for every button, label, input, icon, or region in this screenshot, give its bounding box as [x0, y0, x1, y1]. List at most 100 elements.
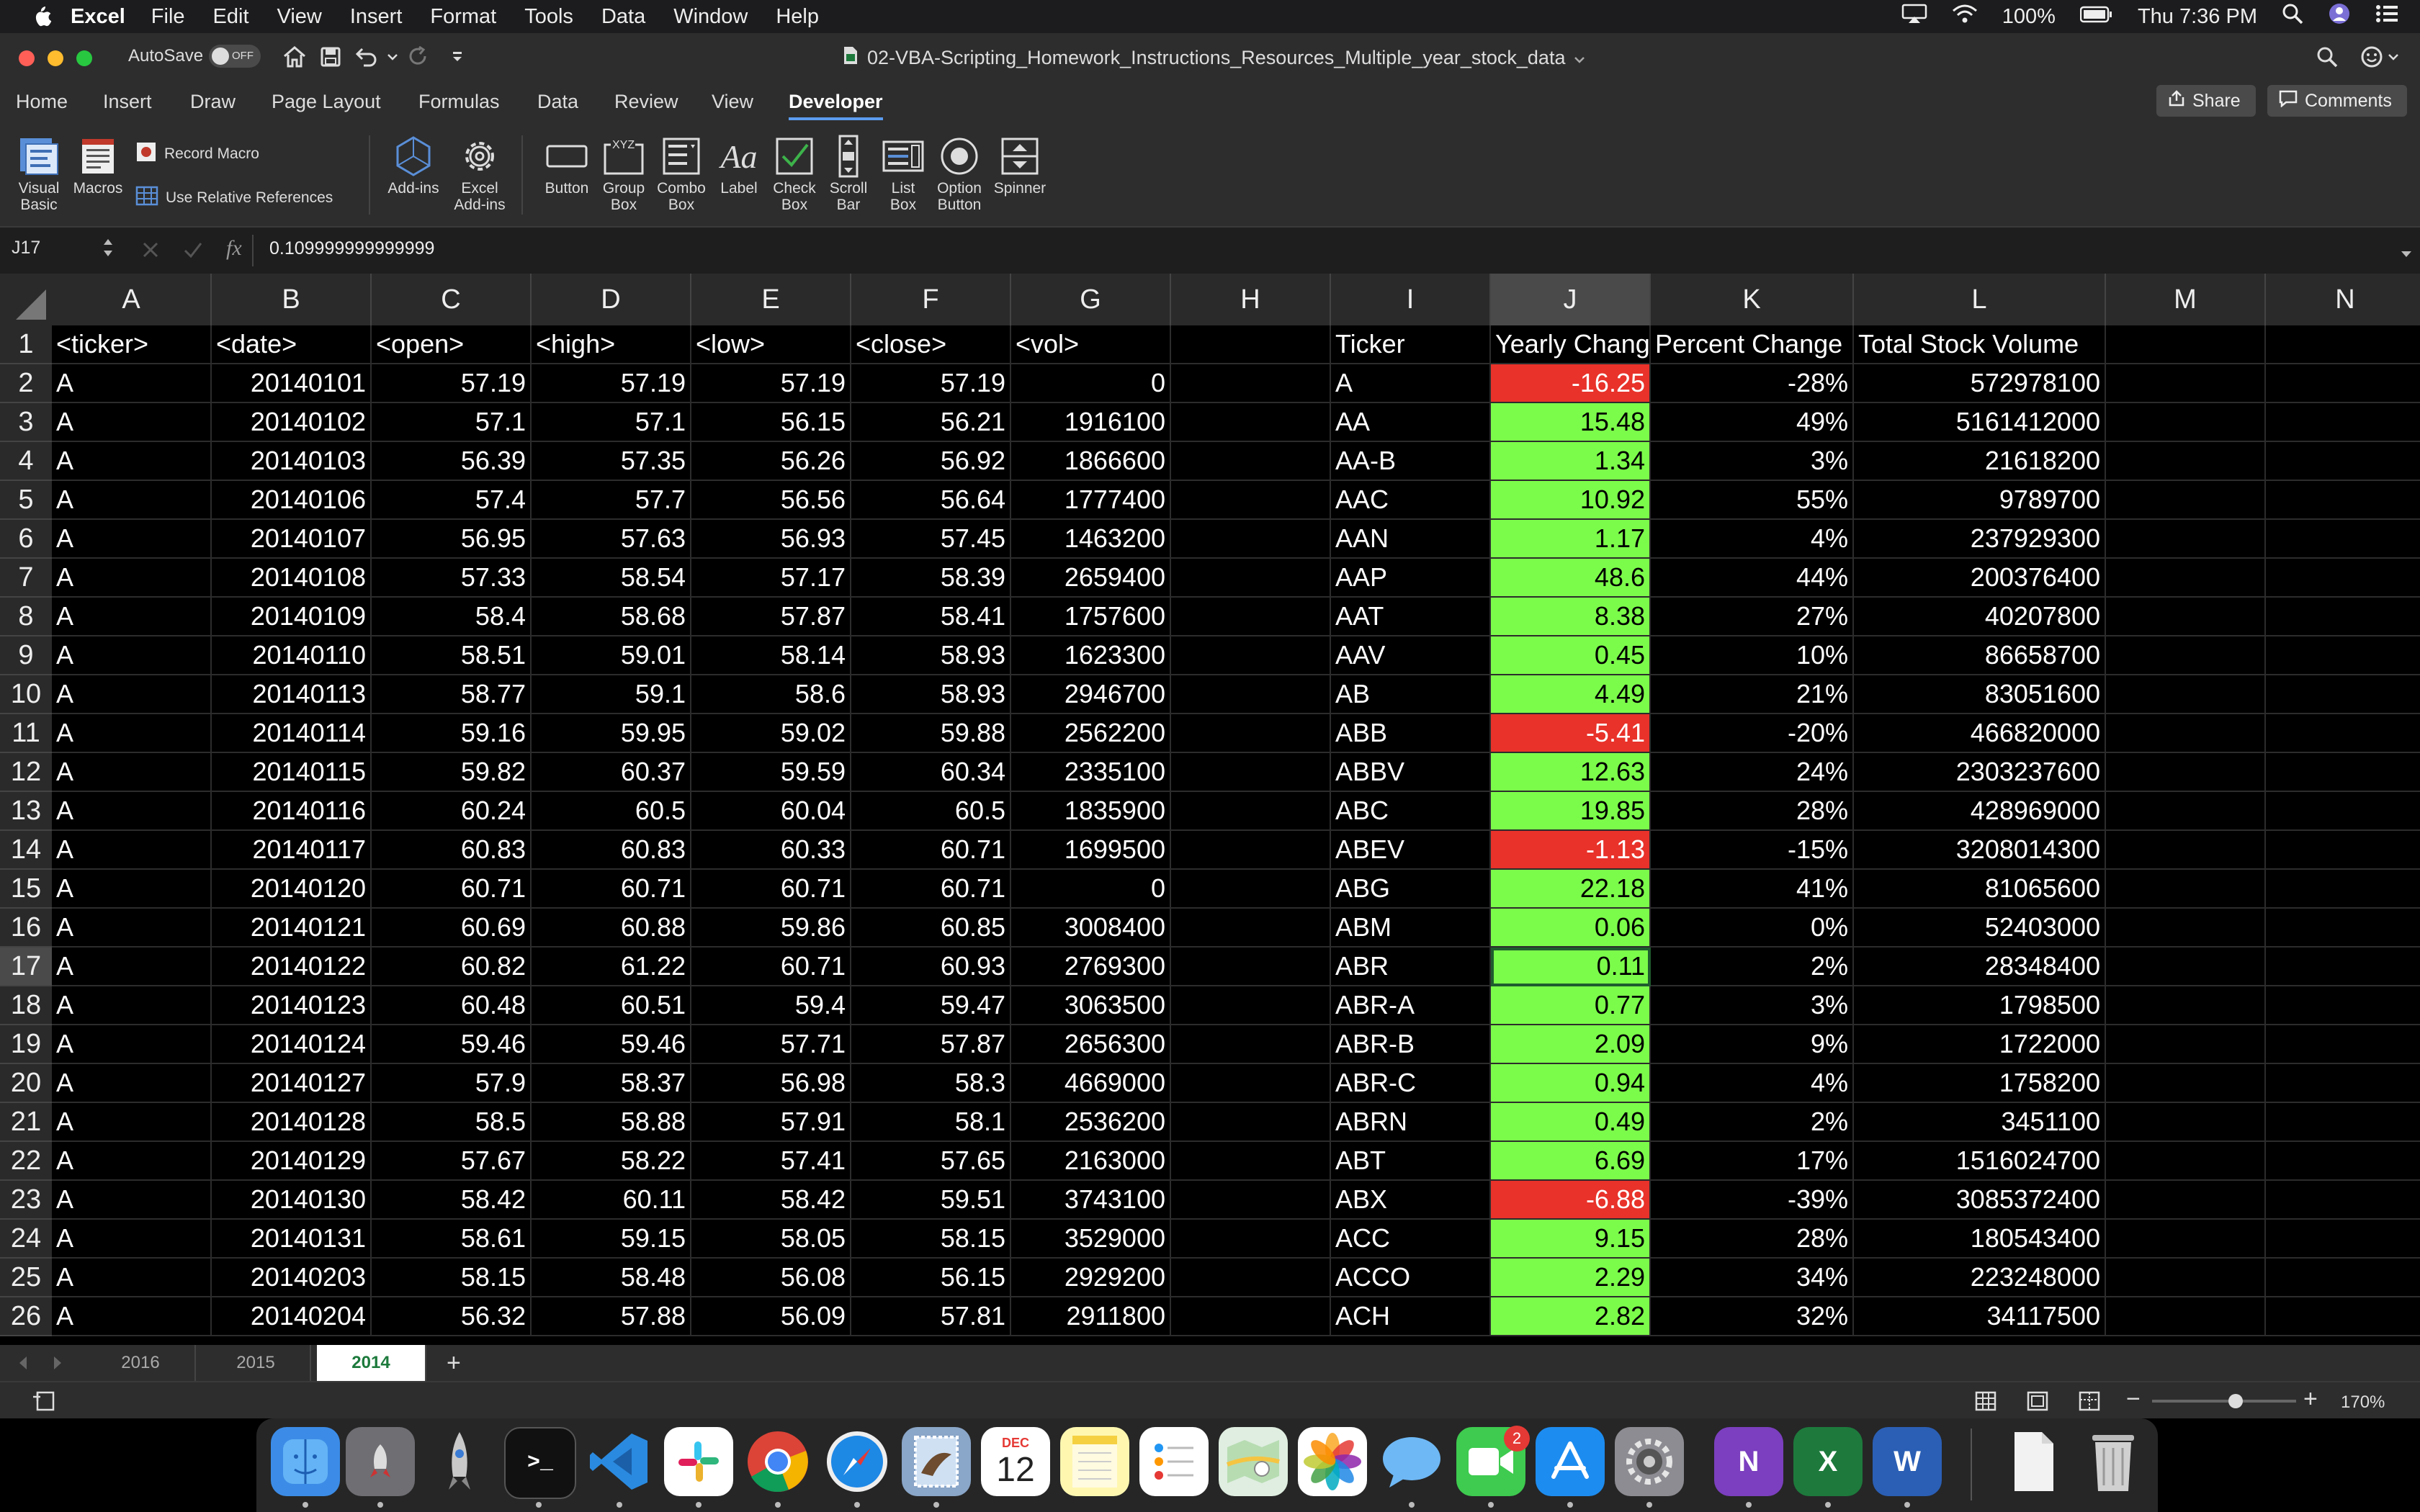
cell-l13[interactable]: 428969000 [1854, 792, 2106, 831]
cell-h13[interactable] [1171, 792, 1331, 831]
cell-m10[interactable] [2106, 675, 2266, 714]
cell-f18[interactable]: 59.47 [851, 986, 1011, 1025]
cell-a8[interactable]: A [52, 598, 212, 636]
cell-l19[interactable]: 1722000 [1854, 1025, 2106, 1064]
cell-b7[interactable]: 20140108 [212, 559, 372, 598]
cell-l26[interactable]: 34117500 [1854, 1297, 2106, 1336]
cell-d2[interactable]: 57.19 [532, 364, 691, 403]
cell-b24[interactable]: 20140131 [212, 1220, 372, 1259]
cell-b8[interactable]: 20140109 [212, 598, 372, 636]
cell-i3[interactable]: AA [1331, 403, 1491, 442]
cell-c7[interactable]: 57.33 [372, 559, 532, 598]
scroll-sheets-left-icon[interactable] [17, 1355, 29, 1376]
list-box-control[interactable]: List Box [876, 132, 931, 213]
cell-g11[interactable]: 2562200 [1011, 714, 1171, 753]
cell-k24[interactable]: 28% [1651, 1220, 1854, 1259]
cell-b26[interactable]: 20140204 [212, 1297, 372, 1336]
cell-k18[interactable]: 3% [1651, 986, 1854, 1025]
cell-l12[interactable]: 2303237600 [1854, 753, 2106, 792]
cell-f19[interactable]: 57.87 [851, 1025, 1011, 1064]
cell-d7[interactable]: 58.54 [532, 559, 691, 598]
cell-e3[interactable]: 56.15 [691, 403, 851, 442]
formula-expand-chevron-icon[interactable] [2400, 243, 2413, 264]
rocket-app-icon[interactable] [425, 1427, 494, 1496]
sheet-tab-2015[interactable]: 2015 [202, 1345, 311, 1381]
cell-f17[interactable]: 60.93 [851, 948, 1011, 986]
cell-j3[interactable]: 15.48 [1491, 403, 1651, 442]
cell-k6[interactable]: 4% [1651, 520, 1854, 559]
cell-i23[interactable]: ABX [1331, 1181, 1491, 1220]
cell-i25[interactable]: ACCO [1331, 1259, 1491, 1297]
cell-i24[interactable]: ACC [1331, 1220, 1491, 1259]
cell-e1[interactable]: <low> [691, 325, 851, 364]
cell-j21[interactable]: 0.49 [1491, 1103, 1651, 1142]
finder-icon[interactable] [271, 1427, 340, 1496]
cell-m2[interactable] [2106, 364, 2266, 403]
cell-f9[interactable]: 58.93 [851, 636, 1011, 675]
cell-h23[interactable] [1171, 1181, 1331, 1220]
tab-home[interactable]: Home [16, 91, 68, 113]
row-header-1[interactable]: 1 [0, 325, 52, 364]
cell-l20[interactable]: 1758200 [1854, 1064, 2106, 1103]
menu-tools[interactable]: Tools [524, 5, 573, 29]
cell-m4[interactable] [2106, 442, 2266, 481]
cell-k21[interactable]: 2% [1651, 1103, 1854, 1142]
row-header-6[interactable]: 6 [0, 520, 52, 559]
cell-j9[interactable]: 0.45 [1491, 636, 1651, 675]
cell-g2[interactable]: 0 [1011, 364, 1171, 403]
cell-k14[interactable]: -15% [1651, 831, 1854, 870]
cell-d15[interactable]: 60.71 [532, 870, 691, 909]
cell-c1[interactable]: <open> [372, 325, 532, 364]
cell-j11[interactable]: -5.41 [1491, 714, 1651, 753]
cell-b15[interactable]: 20140120 [212, 870, 372, 909]
cell-f13[interactable]: 60.5 [851, 792, 1011, 831]
row-header-17[interactable]: 17 [0, 948, 52, 986]
excel-add-ins-button[interactable]: Excel Add-ins [447, 132, 513, 213]
slack-icon[interactable] [664, 1427, 733, 1496]
page-break-view-icon[interactable] [2079, 1391, 2100, 1416]
cell-g14[interactable]: 1699500 [1011, 831, 1171, 870]
use-relative-references-button[interactable]: Use Relative References [135, 186, 333, 210]
cell-b10[interactable]: 20140113 [212, 675, 372, 714]
column-header-j[interactable]: J [1491, 274, 1651, 325]
cell-g15[interactable]: 0 [1011, 870, 1171, 909]
cell-n1[interactable] [2266, 325, 2420, 364]
cell-j14[interactable]: -1.13 [1491, 831, 1651, 870]
zoom-slider-thumb[interactable] [2228, 1394, 2243, 1408]
cell-m16[interactable] [2106, 909, 2266, 948]
menu-app-name[interactable]: Excel [71, 5, 125, 29]
cell-m22[interactable] [2106, 1142, 2266, 1181]
cell-n11[interactable] [2266, 714, 2420, 753]
cell-j5[interactable]: 10.92 [1491, 481, 1651, 520]
cell-a7[interactable]: A [52, 559, 212, 598]
row-header-3[interactable]: 3 [0, 403, 52, 442]
cell-n23[interactable] [2266, 1181, 2420, 1220]
cell-m21[interactable] [2106, 1103, 2266, 1142]
feedback-smiley-icon[interactable] [2360, 45, 2384, 69]
cell-i10[interactable]: AB [1331, 675, 1491, 714]
cell-a26[interactable]: A [52, 1297, 212, 1336]
cell-f23[interactable]: 59.51 [851, 1181, 1011, 1220]
cell-h15[interactable] [1171, 870, 1331, 909]
row-header-9[interactable]: 9 [0, 636, 52, 675]
maps-icon[interactable] [1219, 1427, 1288, 1496]
cell-b22[interactable]: 20140129 [212, 1142, 372, 1181]
cell-n20[interactable] [2266, 1064, 2420, 1103]
cell-j1[interactable]: Yearly Change [1491, 325, 1651, 364]
cell-l21[interactable]: 3451100 [1854, 1103, 2106, 1142]
cell-e7[interactable]: 57.17 [691, 559, 851, 598]
user-avatar-icon[interactable] [2328, 2, 2351, 31]
trash-icon[interactable] [2079, 1427, 2148, 1496]
cell-n4[interactable] [2266, 442, 2420, 481]
cell-g24[interactable]: 3529000 [1011, 1220, 1171, 1259]
cell-n6[interactable] [2266, 520, 2420, 559]
document-title[interactable]: 02-VBA-Scripting_Homework_Instructions_R… [843, 45, 1585, 71]
cell-d3[interactable]: 57.1 [532, 403, 691, 442]
cell-a17[interactable]: A [52, 948, 212, 986]
cell-a6[interactable]: A [52, 520, 212, 559]
cell-m17[interactable] [2106, 948, 2266, 986]
mail-stamp-icon[interactable] [902, 1427, 971, 1496]
cell-n24[interactable] [2266, 1220, 2420, 1259]
cell-d1[interactable]: <high> [532, 325, 691, 364]
onenote-icon[interactable]: N [1714, 1427, 1783, 1496]
